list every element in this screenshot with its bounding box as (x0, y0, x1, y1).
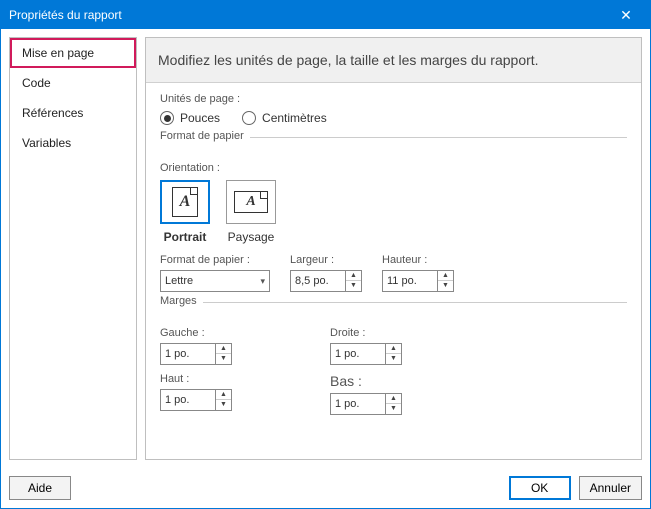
main-panel: Modifiez les unités de page, la taille e… (145, 37, 642, 460)
margin-top-value: 1 po. (161, 394, 215, 406)
spin-down-icon[interactable]: ▼ (386, 404, 401, 414)
window-title: Propriétés du rapport (9, 8, 610, 22)
button-label: Aide (28, 481, 52, 495)
paper-size-value: Lettre (165, 275, 193, 287)
margin-top-label: Haut : (160, 373, 320, 385)
radio-icon (160, 111, 174, 125)
margins-group-title: Marges (160, 295, 203, 307)
width-field: Largeur : 8,5 po. ▲▼ (290, 254, 362, 292)
margin-bottom-value: 1 po. (331, 398, 385, 410)
sidebar-item-references[interactable]: Références (10, 98, 136, 128)
portrait-icon: A (160, 180, 210, 224)
radio-centimeters[interactable]: Centimètres (242, 111, 327, 125)
margin-right-label: Droite : (330, 327, 490, 339)
titlebar: Propriétés du rapport ✕ (1, 1, 650, 29)
height-spinner[interactable]: 11 po. ▲▼ (382, 270, 454, 292)
radio-label: Pouces (180, 111, 220, 125)
spin-up-icon[interactable]: ▲ (216, 390, 231, 400)
spin-up-icon[interactable]: ▲ (216, 344, 231, 354)
width-label: Largeur : (290, 254, 362, 266)
units-radio-group: Pouces Centimètres (160, 111, 627, 125)
orientation-label-landscape: Paysage (228, 230, 275, 244)
orientation-label: Orientation : (160, 162, 627, 174)
paper-size-label: Format de papier : (160, 254, 270, 266)
orientation-landscape[interactable]: A Paysage (226, 180, 276, 244)
margin-bottom-label: Bas : (330, 373, 490, 389)
margin-bottom-spinner[interactable]: 1 po. ▲▼ (330, 393, 402, 415)
margin-top-spinner[interactable]: 1 po. ▲▼ (160, 389, 232, 411)
height-value: 11 po. (383, 275, 437, 287)
footer: Aide OK Annuler (1, 468, 650, 508)
spin-down-icon[interactable]: ▼ (386, 354, 401, 364)
margin-top-field: Haut : 1 po. ▲▼ (160, 373, 320, 415)
sidebar-item-variables[interactable]: Variables (10, 128, 136, 158)
spin-down-icon[interactable]: ▼ (216, 354, 231, 364)
sidebar-item-label: Code (22, 76, 51, 90)
ok-button[interactable]: OK (509, 476, 571, 500)
main-header: Modifiez les unités de page, la taille e… (146, 38, 641, 83)
sidebar-item-label: Mise en page (22, 46, 94, 60)
height-label: Hauteur : (382, 254, 454, 266)
margin-right-field: Droite : 1 po. ▲▼ (330, 327, 490, 365)
margins-group: Marges Gauche : 1 po. ▲▼ Droite : (160, 302, 627, 415)
orientation-row: A Portrait A Paysage (160, 180, 627, 244)
width-value: 8,5 po. (291, 275, 345, 287)
margin-left-value: 1 po. (161, 348, 215, 360)
spin-down-icon[interactable]: ▼ (346, 281, 361, 291)
main-content: Unités de page : Pouces Centimètres Form… (146, 83, 641, 435)
paper-group-title: Format de papier (160, 130, 250, 142)
button-label: OK (531, 481, 548, 495)
margins-grid: Gauche : 1 po. ▲▼ Droite : 1 po. ▲▼ (160, 327, 627, 415)
margin-left-spinner[interactable]: 1 po. ▲▼ (160, 343, 232, 365)
radio-inches[interactable]: Pouces (160, 111, 220, 125)
height-field: Hauteur : 11 po. ▲▼ (382, 254, 454, 292)
dialog: Propriétés du rapport ✕ Mise en page Cod… (0, 0, 651, 509)
paper-size-combo[interactable]: Lettre ▾ (160, 270, 270, 292)
sidebar-item-page-setup[interactable]: Mise en page (10, 38, 136, 68)
radio-label: Centimètres (262, 111, 327, 125)
cancel-button[interactable]: Annuler (579, 476, 642, 500)
spin-down-icon[interactable]: ▼ (216, 400, 231, 410)
paper-group: Format de papier Orientation : A Portrai… (160, 137, 627, 292)
spin-up-icon[interactable]: ▲ (386, 394, 401, 404)
margin-right-value: 1 po. (331, 348, 385, 360)
spin-down-icon[interactable]: ▼ (438, 281, 453, 291)
sidebar-item-label: Références (22, 106, 83, 120)
spin-up-icon[interactable]: ▲ (438, 271, 453, 281)
width-spinner[interactable]: 8,5 po. ▲▼ (290, 270, 362, 292)
spin-up-icon[interactable]: ▲ (386, 344, 401, 354)
margin-right-spinner[interactable]: 1 po. ▲▼ (330, 343, 402, 365)
sidebar: Mise en page Code Références Variables (9, 37, 137, 460)
dialog-body: Mise en page Code Références Variables M… (1, 29, 650, 468)
sidebar-item-label: Variables (22, 136, 71, 150)
units-label: Unités de page : (160, 93, 627, 105)
close-icon: ✕ (620, 7, 632, 24)
paper-size-field: Format de papier : Lettre ▾ (160, 254, 270, 292)
orientation-label-portrait: Portrait (164, 230, 207, 244)
close-button[interactable]: ✕ (610, 1, 642, 29)
margin-left-field: Gauche : 1 po. ▲▼ (160, 327, 320, 365)
landscape-icon: A (226, 180, 276, 224)
chevron-down-icon: ▾ (260, 276, 265, 287)
paper-size-row: Format de papier : Lettre ▾ Largeur : 8,… (160, 254, 627, 292)
radio-icon (242, 111, 256, 125)
margin-bottom-field: Bas : 1 po. ▲▼ (330, 373, 490, 415)
orientation-portrait[interactable]: A Portrait (160, 180, 210, 244)
help-button[interactable]: Aide (9, 476, 71, 500)
sidebar-item-code[interactable]: Code (10, 68, 136, 98)
spin-up-icon[interactable]: ▲ (346, 271, 361, 281)
margin-left-label: Gauche : (160, 327, 320, 339)
button-label: Annuler (590, 481, 631, 495)
